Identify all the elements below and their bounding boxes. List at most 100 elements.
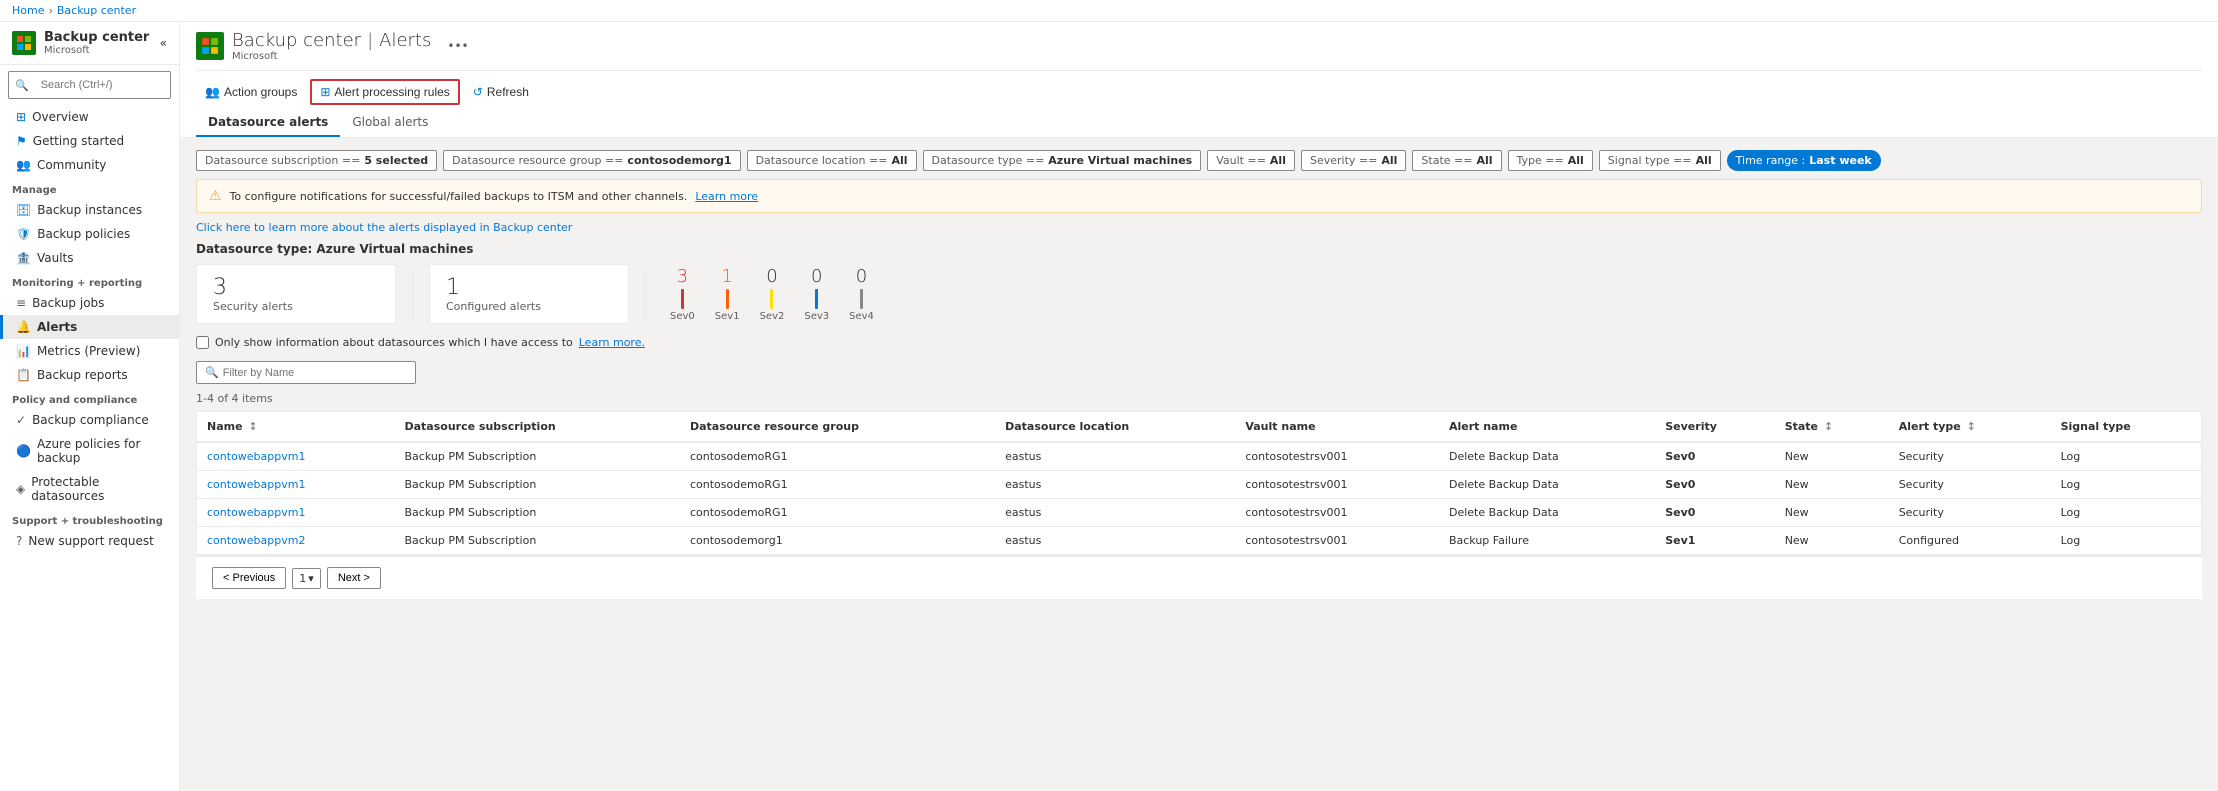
sidebar-header: Backup center Microsoft « <box>0 22 179 65</box>
filter-name-input[interactable] <box>223 367 407 379</box>
shield-policy-icon: 🛡 <box>16 227 31 241</box>
next-button[interactable]: Next > <box>327 567 381 589</box>
summary-separator-1 <box>412 269 413 319</box>
sidebar-item-getting-started[interactable]: ⚑ Getting started <box>0 129 179 153</box>
pagination: < Previous 1 ▾ Next > <box>196 556 2202 599</box>
action-groups-button[interactable]: 👥 Action groups <box>196 80 306 104</box>
cell-name-3: contowebappvm2 <box>197 527 395 555</box>
sev2-bar <box>770 289 773 309</box>
cell-alert-type-2: Security <box>1889 499 2051 527</box>
page-select[interactable]: 1 ▾ <box>292 568 321 589</box>
sidebar-item-backup-reports[interactable]: 📋 Backup reports <box>0 363 179 387</box>
search-wrap: 🔍 <box>8 71 171 99</box>
sidebar-item-overview[interactable]: ⊞ Overview <box>0 105 179 129</box>
tab-datasource[interactable]: Datasource alerts <box>196 109 340 137</box>
sidebar-item-azure-policies[interactable]: 🔵 Azure policies for backup <box>0 432 179 470</box>
col-header-alert-type[interactable]: Alert type ↕ <box>1889 412 2051 442</box>
cell-ds-resource-group-3: contosodemorg1 <box>680 527 995 555</box>
filter-input-wrap: 🔍 <box>196 361 416 384</box>
alerts-table: Name ↕ Datasource subscription Datasourc… <box>197 412 2201 555</box>
col-header-state[interactable]: State ↕ <box>1775 412 1889 442</box>
filter-chip-time-range[interactable]: Time range : Last week <box>1727 150 1881 171</box>
breadcrumb-section[interactable]: Backup center <box>57 4 136 17</box>
alert-type-sort-icon: ↕ <box>1967 420 1976 433</box>
page-header: Backup center | Alerts Microsoft ••• 👥 A… <box>180 22 2218 138</box>
filter-chip-location[interactable]: Datasource location == All <box>747 150 917 171</box>
sev1-item: 1 Sev1 <box>715 266 740 322</box>
security-count: 3 <box>213 275 379 300</box>
state-sort-icon: ↕ <box>1824 420 1833 433</box>
cell-state-1: New <box>1775 471 1889 499</box>
learn-more-link[interactable]: Click here to learn more about the alert… <box>196 221 2202 234</box>
page-subtitle: Alerts <box>379 30 431 51</box>
sev2-item: 0 Sev2 <box>760 266 785 322</box>
grid-icon: ⊞ <box>16 110 26 124</box>
search-input[interactable] <box>33 75 164 95</box>
cell-signal-type-3: Log <box>2051 527 2201 555</box>
cell-name-0: contowebappvm1 <box>197 442 395 471</box>
breadcrumb-home[interactable]: Home <box>12 4 44 17</box>
filter-chip-subscription[interactable]: Datasource subscription == 5 selected <box>196 150 437 171</box>
main-content: Datasource subscription == 5 selected Da… <box>180 138 2218 611</box>
summary-row: 3 Security alerts 1 Configured alerts 3 … <box>196 264 2202 324</box>
sidebar-item-alerts[interactable]: 🔔 Alerts <box>0 315 179 339</box>
cell-ds-location-2: eastus <box>995 499 1235 527</box>
checkbox-label: Only show information about datasources … <box>215 336 573 349</box>
info-banner: ⚠ To configure notifications for success… <box>196 179 2202 213</box>
table-row[interactable]: contowebappvm2 Backup PM Subscription co… <box>197 527 2201 555</box>
policy-icon: 🔵 <box>16 444 31 458</box>
cell-state-0: New <box>1775 442 1889 471</box>
filter-chip-signal-type[interactable]: Signal type == All <box>1599 150 1721 171</box>
table-row[interactable]: contowebappvm1 Backup PM Subscription co… <box>197 499 2201 527</box>
sidebar-item-support[interactable]: ? New support request <box>0 529 179 553</box>
filter-chip-resource-group[interactable]: Datasource resource group == contosodemo… <box>443 150 740 171</box>
cell-alert-type-1: Security <box>1889 471 2051 499</box>
alert-processing-rules-button[interactable]: ⊞ Alert processing rules <box>310 79 459 105</box>
cell-severity-0: Sev0 <box>1655 442 1774 471</box>
alert-processing-rules-icon: ⊞ <box>320 85 330 99</box>
table-row[interactable]: contowebappvm1 Backup PM Subscription co… <box>197 471 2201 499</box>
filter-chip-vault[interactable]: Vault == All <box>1207 150 1295 171</box>
cell-alert-type-3: Configured <box>1889 527 2051 555</box>
cell-name-1: contowebappvm1 <box>197 471 395 499</box>
tab-global[interactable]: Global alerts <box>340 109 440 137</box>
filter-chip-alert-type[interactable]: Type == All <box>1508 150 1593 171</box>
refresh-button[interactable]: ↺ Refresh <box>464 80 538 104</box>
database-icon: 🗄 <box>16 203 31 217</box>
sidebar-item-vaults[interactable]: 🏦 Vaults <box>0 246 179 270</box>
filter-chip-severity[interactable]: Severity == All <box>1301 150 1406 171</box>
sidebar-item-backup-policies[interactable]: 🛡 Backup policies <box>0 222 179 246</box>
banner-learn-more-link[interactable]: Learn more <box>695 190 758 203</box>
cell-ds-resource-group-1: contosodemoRG1 <box>680 471 995 499</box>
filter-chip-type[interactable]: Datasource type == Azure Virtual machine… <box>923 150 1202 171</box>
cell-vault-name-2: contosotestrsv001 <box>1235 499 1439 527</box>
col-header-alert-name: Alert name <box>1439 412 1655 442</box>
sidebar-item-backup-instances[interactable]: 🗄 Backup instances <box>0 198 179 222</box>
page-icon <box>196 32 224 60</box>
sidebar-item-metrics[interactable]: 📊 Metrics (Preview) <box>0 339 179 363</box>
people-icon: 👥 <box>16 158 31 172</box>
sidebar-subtitle: Microsoft <box>44 45 149 56</box>
filter-chip-state[interactable]: State == All <box>1412 150 1501 171</box>
checkbox-learn-link[interactable]: Learn more. <box>579 336 645 349</box>
sidebar-item-backup-jobs[interactable]: ≡ Backup jobs <box>0 291 179 315</box>
cell-ds-location-3: eastus <box>995 527 1235 555</box>
access-checkbox[interactable] <box>196 336 209 349</box>
sev0-item: 3 Sev0 <box>670 266 695 322</box>
sidebar-item-backup-compliance[interactable]: ✓ Backup compliance <box>0 408 179 432</box>
cell-ds-location-0: eastus <box>995 442 1235 471</box>
cell-severity-1: Sev0 <box>1655 471 1774 499</box>
sidebar-item-protectable[interactable]: ◈ Protectable datasources <box>0 470 179 508</box>
cell-ds-resource-group-2: contosodemoRG1 <box>680 499 995 527</box>
col-header-name[interactable]: Name ↕ <box>197 412 395 442</box>
sidebar-item-community[interactable]: 👥 Community <box>0 153 179 177</box>
ellipsis-btn[interactable]: ••• <box>447 39 468 53</box>
datasource-icon: ◈ <box>16 482 25 496</box>
configured-label: Configured alerts <box>446 300 612 313</box>
alert-icon: 🔔 <box>16 320 31 334</box>
sidebar: Backup center Microsoft « 🔍 ⊞ Overview <box>0 22 180 791</box>
previous-button[interactable]: < Previous <box>212 567 286 589</box>
table-row[interactable]: contowebappvm1 Backup PM Subscription co… <box>197 442 2201 471</box>
filter-search-icon: 🔍 <box>205 366 219 379</box>
collapse-icon[interactable]: « <box>160 36 167 50</box>
